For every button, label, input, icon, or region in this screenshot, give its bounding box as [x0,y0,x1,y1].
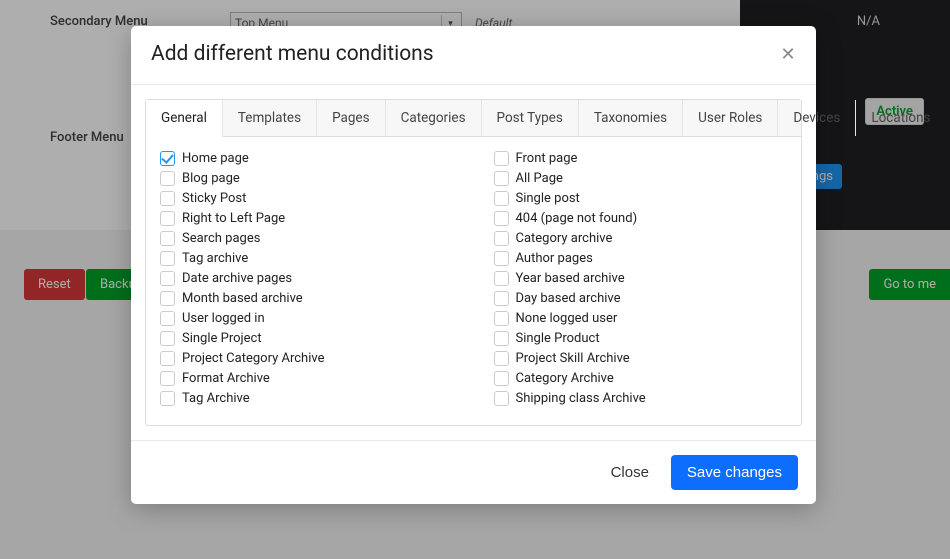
condition-label: Tag archive [182,251,248,266]
condition-label: Front page [516,151,578,166]
checkbox[interactable] [494,311,509,326]
condition-label: Category archive [516,231,613,246]
condition-home-page[interactable]: Home page [160,149,454,167]
checkbox[interactable] [494,291,509,306]
condition-label: 404 (page not found) [516,211,638,226]
checkbox[interactable] [494,271,509,286]
condition-label: Category Archive [516,371,614,386]
condition-tag-archive[interactable]: Tag Archive [160,389,454,407]
tab-categories[interactable]: Categories [386,100,482,136]
condition-label: Home page [182,151,249,166]
condition-sticky-post[interactable]: Sticky Post [160,189,454,207]
checkbox[interactable] [494,171,509,186]
modal-body: GeneralTemplatesPagesCategoriesPost Type… [131,85,816,440]
checkbox[interactable] [160,291,175,306]
tab-list: GeneralTemplatesPagesCategoriesPost Type… [146,100,801,137]
condition-right-to-left-page[interactable]: Right to Left Page [160,209,454,227]
checkbox[interactable] [494,231,509,246]
tab-templates[interactable]: Templates [223,100,317,136]
condition-label: Single post [516,191,580,206]
close-icon[interactable]: ✕ [778,44,798,64]
checkbox[interactable] [160,351,175,366]
condition-label: Day based archive [516,291,621,306]
condition-label: All Page [516,171,563,186]
checkbox[interactable] [160,311,175,326]
close-button[interactable]: Close [603,456,657,489]
condition-label: Right to Left Page [182,211,285,226]
condition-label: Project Category Archive [182,351,324,366]
modal-title: Add different menu conditions [151,42,796,66]
checkbox[interactable] [494,331,509,346]
condition-label: Format Archive [182,371,270,386]
condition-404-page-not-found-[interactable]: 404 (page not found) [494,209,788,227]
condition-single-product[interactable]: Single Product [494,329,788,347]
condition-author-pages[interactable]: Author pages [494,249,788,267]
condition-shipping-class-archive[interactable]: Shipping class Archive [494,389,788,407]
tab-devices[interactable]: Devices [778,100,856,136]
checkbox[interactable] [494,191,509,206]
condition-label: Blog page [182,171,240,186]
condition-project-skill-archive[interactable]: Project Skill Archive [494,349,788,367]
condition-project-category-archive[interactable]: Project Category Archive [160,349,454,367]
tab-content-general: Home page Blog page Sticky Post Right to Le… [146,137,801,425]
checkbox[interactable] [160,191,175,206]
checkbox[interactable] [160,271,175,286]
tab-general[interactable]: General [146,100,223,137]
condition-label: Search pages [182,231,260,246]
checkbox[interactable] [160,371,175,386]
condition-month-based-archive[interactable]: Month based archive [160,289,454,307]
menu-conditions-modal: Add different menu conditions ✕ GeneralT… [131,26,816,504]
condition-label: Month based archive [182,291,303,306]
checkbox[interactable] [494,211,509,226]
checkbox[interactable] [494,251,509,266]
condition-label: Single Product [516,331,600,346]
condition-label: Single Project [182,331,262,346]
checkbox[interactable] [160,151,175,166]
condition-label: None logged user [516,311,618,326]
condition-label: User logged in [182,311,265,326]
checkbox[interactable] [160,171,175,186]
condition-category-archive[interactable]: Category archive [494,229,788,247]
condition-label: Year based archive [516,271,625,286]
checkbox[interactable] [494,151,509,166]
tab-user-roles[interactable]: User Roles [683,100,778,136]
checkbox[interactable] [160,331,175,346]
condition-year-based-archive[interactable]: Year based archive [494,269,788,287]
condition-label: Project Skill Archive [516,351,630,366]
condition-none-logged-user[interactable]: None logged user [494,309,788,327]
condition-blog-page[interactable]: Blog page [160,169,454,187]
condition-all-page[interactable]: All Page [494,169,788,187]
tab-pages[interactable]: Pages [317,100,386,136]
condition-single-project[interactable]: Single Project [160,329,454,347]
save-button[interactable]: Save changes [671,455,798,490]
condition-label: Author pages [516,251,593,266]
checkbox[interactable] [160,251,175,266]
tab-taxonomies[interactable]: Taxonomies [579,100,683,136]
condition-label: Shipping class Archive [516,391,646,406]
checkbox[interactable] [494,351,509,366]
condition-label: Tag Archive [182,391,250,406]
tab-locations[interactable]: Locations [856,100,945,136]
checkbox[interactable] [494,391,509,406]
condition-single-post[interactable]: Single post [494,189,788,207]
modal-footer: Close Save changes [131,440,816,504]
condition-label: Date archive pages [182,271,292,286]
condition-format-archive[interactable]: Format Archive [160,369,454,387]
checkbox[interactable] [494,371,509,386]
condition-search-pages[interactable]: Search pages [160,229,454,247]
condition-label: Sticky Post [182,191,246,206]
tab-post-types[interactable]: Post Types [482,100,579,136]
checkbox[interactable] [160,211,175,226]
condition-front-page[interactable]: Front page [494,149,788,167]
condition-date-archive-pages[interactable]: Date archive pages [160,269,454,287]
condition-category-archive[interactable]: Category Archive [494,369,788,387]
checkbox[interactable] [160,391,175,406]
condition-day-based-archive[interactable]: Day based archive [494,289,788,307]
condition-tag-archive[interactable]: Tag archive [160,249,454,267]
checkbox[interactable] [160,231,175,246]
modal-header: Add different menu conditions ✕ [131,26,816,85]
condition-user-logged-in[interactable]: User logged in [160,309,454,327]
